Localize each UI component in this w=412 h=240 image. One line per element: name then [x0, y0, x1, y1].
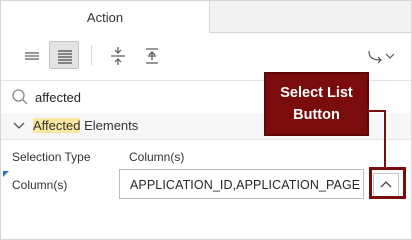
chevron-down-icon: [13, 122, 25, 129]
columns-label: Column(s): [12, 178, 68, 192]
selection-type-value: Column(s): [129, 150, 185, 164]
expand-all-icon: [146, 48, 158, 64]
collapse-all-icon: [111, 47, 125, 65]
search-highlight: Affected: [33, 118, 81, 133]
compact-lines-icon: [25, 52, 39, 60]
callout-highlight-frame: [369, 167, 406, 199]
list-lines-icon: [58, 50, 72, 64]
expanded-view-button[interactable]: [49, 41, 79, 69]
tab-action[interactable]: Action: [1, 1, 210, 33]
modified-marker: [3, 171, 9, 177]
selection-type-label: Selection Type: [12, 150, 91, 164]
expand-all-button[interactable]: [136, 41, 166, 69]
toolbar-divider: [91, 45, 92, 65]
group-title: Affected Elements: [33, 118, 138, 133]
callout-connector-vertical: [384, 110, 386, 167]
group-title-rest: Elements: [80, 118, 139, 133]
go-to-group-icon: [368, 50, 395, 64]
compact-view-button[interactable]: [16, 41, 46, 69]
toolbar: [1, 33, 411, 75]
columns-field-value: APPLICATION_ID,APPLICATION_PAGE: [130, 178, 361, 192]
collapse-all-button[interactable]: [102, 41, 132, 69]
tab-action-label: Action: [86, 10, 124, 25]
search-icon: [12, 89, 28, 105]
search-input[interactable]: [35, 88, 255, 106]
columns-field[interactable]: APPLICATION_ID,APPLICATION_PAGE: [119, 169, 364, 199]
callout-line-2: Button: [293, 107, 340, 123]
go-to-group-button[interactable]: [362, 41, 398, 69]
tab-bar: Action: [1, 1, 411, 33]
callout-line-1: Select List: [280, 85, 353, 101]
callout-label: Select List Button: [264, 72, 369, 136]
